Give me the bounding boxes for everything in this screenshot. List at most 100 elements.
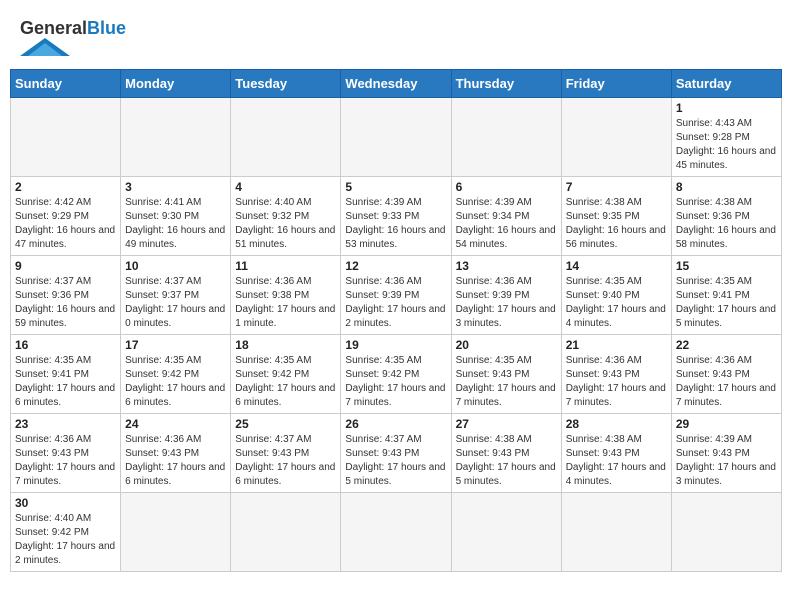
- day-cell: [11, 97, 121, 176]
- day-info: Sunrise: 4:38 AMSunset: 9:35 PMDaylight:…: [566, 196, 667, 252]
- day-info: Sunrise: 4:36 AMSunset: 9:39 PMDaylight:…: [345, 275, 446, 331]
- day-info: Sunrise: 4:43 AMSunset: 9:28 PMDaylight:…: [676, 117, 777, 173]
- day-number: 22: [676, 338, 777, 352]
- day-number: 16: [15, 338, 116, 352]
- day-cell: [231, 97, 341, 176]
- day-cell: 23 Sunrise: 4:36 AMSunset: 9:43 PMDayligh…: [11, 413, 121, 492]
- day-number: 15: [676, 259, 777, 273]
- day-info: Sunrise: 4:35 AMSunset: 9:40 PMDaylight:…: [566, 275, 667, 331]
- logo-icon: [20, 38, 70, 56]
- day-info: Sunrise: 4:36 AMSunset: 9:43 PMDaylight:…: [566, 354, 667, 410]
- calendar-header: SundayMondayTuesdayWednesdayThursdayFrid…: [11, 69, 782, 97]
- day-number: 9: [15, 259, 116, 273]
- day-cell: 5Sunrise: 4:39 AMSunset: 9:33 PMDaylight…: [341, 176, 451, 255]
- day-info: Sunrise: 4:36 AMSunset: 9:43 PMDaylight:…: [676, 354, 777, 410]
- day-number: 27: [456, 417, 557, 431]
- day-info: Sunrise: 4:38 AMSunset: 9:43 PMDaylight:…: [456, 433, 557, 489]
- day-cell: 24 Sunrise: 4:36 AMSunset: 9:43 PMDayligh…: [121, 413, 231, 492]
- day-header-friday: Friday: [561, 69, 671, 97]
- day-header-saturday: Saturday: [671, 69, 781, 97]
- day-info: Sunrise: 4:35 AMSunset: 9:42 PMDaylight:…: [125, 354, 226, 410]
- day-number: 21: [566, 338, 667, 352]
- day-cell: 28 Sunrise: 4:38 AMSunset: 9:43 PMDayligh…: [561, 413, 671, 492]
- day-cell: 22 Sunrise: 4:36 AMSunset: 9:43 PMDayligh…: [671, 334, 781, 413]
- logo-general: General: [20, 18, 87, 38]
- day-cell: 20 Sunrise: 4:35 AMSunset: 9:43 PMDayligh…: [451, 334, 561, 413]
- day-info: Sunrise: 4:35 AMSunset: 9:41 PMDaylight:…: [676, 275, 777, 331]
- day-number: 8: [676, 180, 777, 194]
- day-info: Sunrise: 4:42 AMSunset: 9:29 PMDaylight:…: [15, 196, 116, 252]
- day-cell: 6 Sunrise: 4:39 AMSunset: 9:34 PMDaylight…: [451, 176, 561, 255]
- day-number: 6: [456, 180, 557, 194]
- day-number: 24: [125, 417, 226, 431]
- day-cell: 21 Sunrise: 4:36 AMSunset: 9:43 PMDayligh…: [561, 334, 671, 413]
- day-cell: [451, 97, 561, 176]
- day-cell: 7 Sunrise: 4:38 AMSunset: 9:35 PMDaylight…: [561, 176, 671, 255]
- day-cell: [561, 492, 671, 571]
- day-info: Sunrise: 4:38 AMSunset: 9:43 PMDaylight:…: [566, 433, 667, 489]
- day-cell: [121, 492, 231, 571]
- day-header-monday: Monday: [121, 69, 231, 97]
- day-info: Sunrise: 4:37 AMSunset: 9:43 PMDaylight:…: [235, 433, 336, 489]
- day-info: Sunrise: 4:36 AMSunset: 9:43 PMDaylight:…: [125, 433, 226, 489]
- day-info: Sunrise: 4:35 AMSunset: 9:42 PMDaylight:…: [235, 354, 336, 410]
- day-cell: [231, 492, 341, 571]
- day-cell: 15 Sunrise: 4:35 AMSunset: 9:41 PMDayligh…: [671, 255, 781, 334]
- day-info: Sunrise: 4:35 AMSunset: 9:43 PMDaylight:…: [456, 354, 557, 410]
- day-info: Sunrise: 4:36 AMSunset: 9:43 PMDaylight:…: [15, 433, 116, 489]
- calendar: SundayMondayTuesdayWednesdayThursdayFrid…: [10, 69, 782, 572]
- day-number: 10: [125, 259, 226, 273]
- day-number: 29: [676, 417, 777, 431]
- day-number: 20: [456, 338, 557, 352]
- day-number: 11: [235, 259, 336, 273]
- day-info: Sunrise: 4:40 AMSunset: 9:42 PMDaylight:…: [15, 512, 116, 568]
- day-cell: 2 Sunrise: 4:42 AMSunset: 9:29 PMDaylight…: [11, 176, 121, 255]
- day-info: Sunrise: 4:37 AMSunset: 9:43 PMDaylight:…: [345, 433, 446, 489]
- day-cell: 11Sunrise: 4:36 AMSunset: 9:38 PMDayligh…: [231, 255, 341, 334]
- logo: GeneralBlue: [20, 18, 126, 61]
- day-cell: [671, 492, 781, 571]
- day-cell: 29Sunrise: 4:39 AMSunset: 9:43 PMDayligh…: [671, 413, 781, 492]
- day-number: 2: [15, 180, 116, 194]
- day-number: 14: [566, 259, 667, 273]
- day-info: Sunrise: 4:37 AMSunset: 9:37 PMDaylight:…: [125, 275, 226, 331]
- day-cell: 27 Sunrise: 4:38 AMSunset: 9:43 PMDayligh…: [451, 413, 561, 492]
- day-cell: 9 Sunrise: 4:37 AMSunset: 9:36 PMDaylight…: [11, 255, 121, 334]
- day-number: 28: [566, 417, 667, 431]
- day-number: 23: [15, 417, 116, 431]
- header: GeneralBlue: [10, 10, 782, 65]
- day-cell: 30 Sunrise: 4:40 AMSunset: 9:42 PMDayligh…: [11, 492, 121, 571]
- day-cell: 16Sunrise: 4:35 AMSunset: 9:41 PMDayligh…: [11, 334, 121, 413]
- day-info: Sunrise: 4:39 AMSunset: 9:33 PMDaylight:…: [345, 196, 446, 252]
- day-number: 30: [15, 496, 116, 510]
- calendar-body: 1 Sunrise: 4:43 AMSunset: 9:28 PMDaylight…: [11, 97, 782, 571]
- day-number: 1: [676, 101, 777, 115]
- week-row-3: 9 Sunrise: 4:37 AMSunset: 9:36 PMDaylight…: [11, 255, 782, 334]
- logo-blue: Blue: [87, 18, 126, 38]
- day-cell: 1 Sunrise: 4:43 AMSunset: 9:28 PMDaylight…: [671, 97, 781, 176]
- day-info: Sunrise: 4:38 AMSunset: 9:36 PMDaylight:…: [676, 196, 777, 252]
- day-number: 25: [235, 417, 336, 431]
- day-header-sunday: Sunday: [11, 69, 121, 97]
- day-number: 7: [566, 180, 667, 194]
- week-row-2: 2 Sunrise: 4:42 AMSunset: 9:29 PMDaylight…: [11, 176, 782, 255]
- week-row-5: 23 Sunrise: 4:36 AMSunset: 9:43 PMDayligh…: [11, 413, 782, 492]
- day-info: Sunrise: 4:37 AMSunset: 9:36 PMDaylight:…: [15, 275, 116, 331]
- day-cell: [121, 97, 231, 176]
- day-header-thursday: Thursday: [451, 69, 561, 97]
- day-cell: 4Sunrise: 4:40 AMSunset: 9:32 PMDaylight…: [231, 176, 341, 255]
- day-cell: [561, 97, 671, 176]
- day-number: 4: [235, 180, 336, 194]
- day-header-wednesday: Wednesday: [341, 69, 451, 97]
- day-cell: 19Sunrise: 4:35 AMSunset: 9:42 PMDayligh…: [341, 334, 451, 413]
- day-info: Sunrise: 4:39 AMSunset: 9:34 PMDaylight:…: [456, 196, 557, 252]
- day-number: 12: [345, 259, 446, 273]
- day-info: Sunrise: 4:36 AMSunset: 9:39 PMDaylight:…: [456, 275, 557, 331]
- day-cell: [341, 492, 451, 571]
- week-row-1: 1 Sunrise: 4:43 AMSunset: 9:28 PMDaylight…: [11, 97, 782, 176]
- day-cell: 18Sunrise: 4:35 AMSunset: 9:42 PMDayligh…: [231, 334, 341, 413]
- day-number: 13: [456, 259, 557, 273]
- week-row-4: 16Sunrise: 4:35 AMSunset: 9:41 PMDayligh…: [11, 334, 782, 413]
- day-cell: 8 Sunrise: 4:38 AMSunset: 9:36 PMDaylight…: [671, 176, 781, 255]
- day-cell: 17Sunrise: 4:35 AMSunset: 9:42 PMDayligh…: [121, 334, 231, 413]
